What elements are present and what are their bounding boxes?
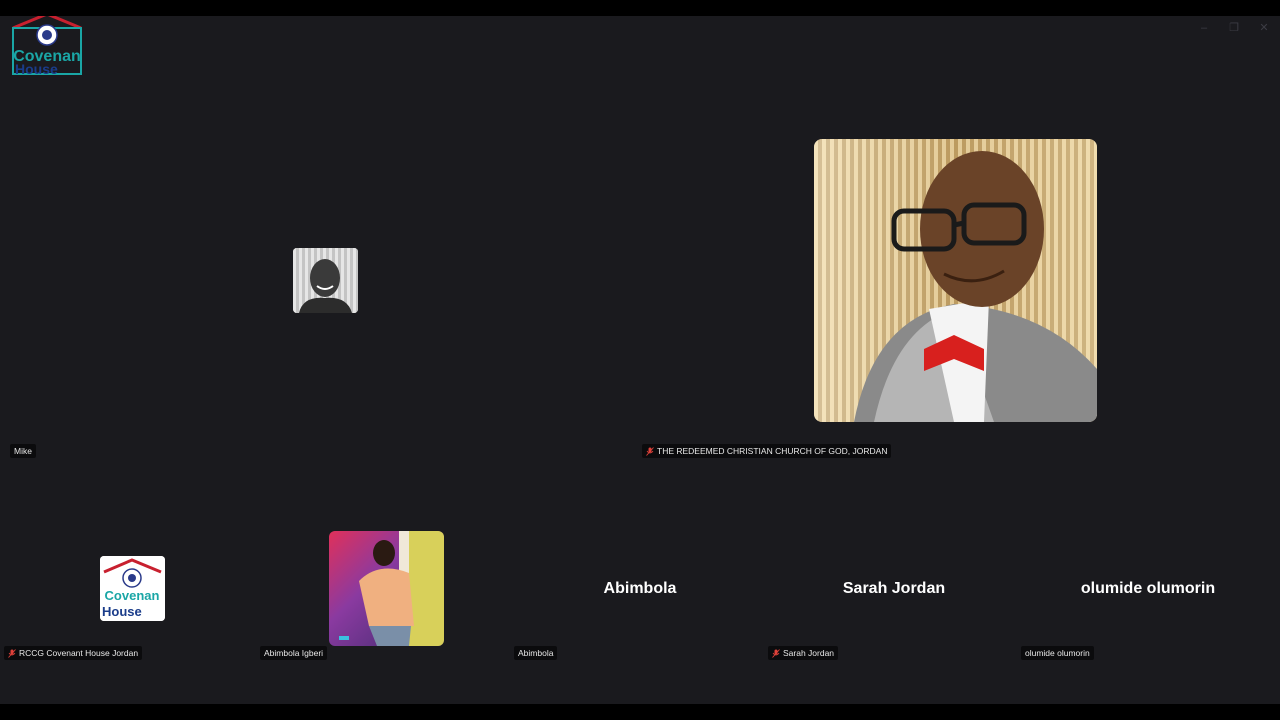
logo-text-line1: Covenan <box>105 588 160 603</box>
participant-tile-abimbola[interactable]: Abimbola Abimbola <box>512 486 768 662</box>
participant-name-tag: RCCG Covenant House Jordan <box>4 646 143 660</box>
logo-text-line2: House <box>102 604 142 619</box>
avatar <box>293 248 358 313</box>
participant-tile-sarah-jordan[interactable]: Sarah Jordan Sarah Jordan <box>768 486 1024 662</box>
participant-display-name: Abimbola <box>603 580 677 597</box>
participant-tile-abimbola-igberi[interactable]: Abimbola Igberi <box>256 486 512 662</box>
avatar <box>814 139 1097 422</box>
avatar: Covenan House <box>100 556 165 621</box>
participant-display-name: Sarah Jordan <box>842 580 946 597</box>
participant-tile-mike[interactable]: Mike <box>0 86 640 458</box>
participant-tile-rccg-jordan[interactable]: THE REDEEMED CHRISTIAN CHURCH OF GOD, JO… <box>640 86 1280 458</box>
window-controls: – ❐ ✕ <box>1196 20 1272 36</box>
close-button[interactable]: ✕ <box>1256 20 1272 36</box>
muted-microphone-icon <box>646 446 654 456</box>
participant-name-tag: Sarah Jordan <box>768 646 839 660</box>
participant-name-tag: THE REDEEMED CHRISTIAN CHURCH OF GOD, JO… <box>642 444 892 458</box>
minimize-button[interactable]: – <box>1196 20 1212 36</box>
participant-name-tag: Mike <box>10 444 36 458</box>
participant-display-name: olumide olumorin <box>1080 580 1216 597</box>
meeting-gallery-view: – ❐ ✕ Covenan House Mike THE REDEEMED CH… <box>0 12 1280 704</box>
participant-name-tag: Abimbola <box>514 646 558 660</box>
logo-text-line2: House <box>15 61 58 76</box>
participant-tile-olumide[interactable]: olumide olumorin olumide olumorin <box>1021 486 1280 662</box>
covenant-house-logo: Covenan House <box>11 12 83 77</box>
avatar <box>329 531 444 646</box>
muted-microphone-icon <box>8 648 16 658</box>
participant-name-tag: olumide olumorin <box>1021 646 1094 660</box>
participant-name-tag: Abimbola Igberi <box>260 646 328 660</box>
muted-microphone-icon <box>772 648 780 658</box>
participant-tile-rccg-covenant[interactable]: Covenan House RCCG Covenant House Jordan <box>0 486 256 662</box>
restore-button[interactable]: ❐ <box>1226 20 1242 36</box>
